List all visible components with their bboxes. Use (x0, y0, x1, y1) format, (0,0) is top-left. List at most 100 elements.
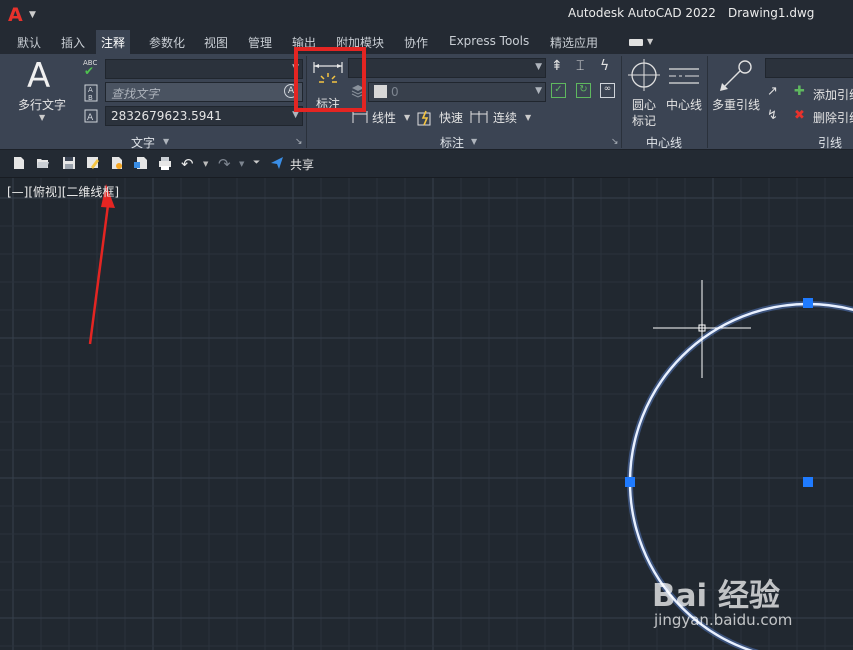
document-title: Drawing1.dwg (728, 6, 815, 20)
linear-dimension-icon[interactable] (352, 110, 368, 124)
tab-express-tools[interactable]: Express Tools (449, 34, 529, 48)
panel-divider (621, 56, 622, 148)
quick-button[interactable]: 快速 (439, 109, 463, 126)
redo-icon[interactable]: ↷ (218, 155, 231, 173)
dimension-style-combo[interactable]: ▼ (348, 58, 546, 78)
multileader-button[interactable]: 多重引线 (712, 96, 760, 113)
undo-icon[interactable]: ↶ (181, 155, 194, 173)
dimension-panel-launcher-icon[interactable]: ↘ (611, 137, 619, 147)
undo-caret-icon[interactable]: ▼ (203, 160, 208, 168)
ribbon-tabs: 默认 插入 注释 参数化 视图 管理 输出 附加模块 协作 Express To… (0, 30, 853, 54)
svg-text:A: A (88, 86, 93, 94)
tab-insert[interactable]: 插入 (61, 34, 85, 51)
watermark-logo: Bai 经验 (652, 578, 780, 614)
continue-button[interactable]: 连续 (493, 109, 517, 126)
ribbon-panel: A 多行文字 ▼ ABC ✔ ▼ A B 查找文字 A A 2832679623… (0, 54, 853, 150)
add-leader-icon: ↗ (767, 84, 778, 99)
tab-annotate[interactable]: 注释 (96, 30, 131, 54)
dimension-panel-caret-icon[interactable]: ▼ (471, 137, 477, 146)
new-file-icon[interactable] (12, 156, 26, 170)
mtext-icon[interactable]: A (27, 56, 50, 96)
viewport-label[interactable]: [—][俯视][二维线框] (7, 183, 119, 200)
watermark-url: jingyan.baidu.com (654, 611, 793, 629)
crosshair-cursor (653, 280, 751, 378)
tab-default[interactable]: 默认 (17, 34, 41, 51)
app-title: Autodesk AutoCAD 2022 (568, 6, 716, 20)
text-panel-label[interactable]: 文字 (131, 134, 155, 151)
text-style-combo[interactable]: ▼ (105, 59, 303, 79)
autocad-logo-icon[interactable]: A (8, 4, 23, 26)
quick-dimension-icon[interactable] (417, 110, 435, 126)
remove-leader-x-icon: ✖ (794, 108, 805, 123)
centerline-icon[interactable] (668, 66, 700, 86)
quick-access-toolbar: ↶ ▼ ↷ ▼ ⏷ 共享 (0, 150, 853, 178)
grip-center[interactable] (803, 477, 813, 487)
red-annotation-arrow-icon (88, 184, 115, 345)
centerline-button[interactable]: 中心线 (666, 96, 702, 113)
tab-parametric[interactable]: 参数化 (149, 34, 185, 51)
tab-collaborate[interactable]: 协作 (404, 34, 428, 51)
text-height-value: 2832679623.5941 (111, 109, 222, 123)
chevron-down-icon: ▼ (535, 86, 542, 96)
share-icon[interactable] (270, 156, 284, 170)
linear-caret-icon[interactable]: ▼ (404, 113, 410, 122)
chevron-down-icon: ▼ (535, 62, 542, 72)
svg-text:A: A (87, 113, 94, 123)
tab-view[interactable]: 视图 (204, 34, 228, 51)
autocad-window: A ▼ Autodesk AutoCAD 2022 Drawing1.dwg 默… (0, 0, 853, 650)
find-text-placeholder: 查找文字 (111, 87, 160, 101)
center-mark-button-line2: 标记 (632, 114, 657, 128)
svg-text:B: B (88, 94, 93, 102)
center-mark-icon[interactable] (627, 59, 661, 91)
open-folder-icon[interactable] (36, 156, 50, 170)
application-menu-caret-icon[interactable]: ▼ (29, 10, 36, 20)
adjust-space-icon[interactable]: ⇞ (551, 58, 563, 74)
save-as-icon[interactable] (86, 156, 100, 170)
dimension-layer-combo[interactable]: 0 ▼ (368, 82, 546, 102)
panel-divider (707, 56, 708, 148)
dimension-highlight-box (294, 47, 366, 112)
centerline-panel-label[interactable]: 中心线 (646, 134, 682, 151)
find-text-input[interactable]: 查找文字 A (105, 82, 303, 102)
grip-top[interactable] (803, 298, 813, 308)
continue-dimension-icon[interactable] (470, 110, 488, 124)
continue-caret-icon[interactable]: ▼ (525, 113, 531, 122)
grip-left[interactable] (625, 477, 635, 487)
text-height-combo[interactable]: 2832679623.5941 ▼ (105, 106, 303, 126)
center-mark-button[interactable]: 圆心 (632, 96, 656, 113)
remove-leader-button[interactable]: 删除引线 (813, 109, 853, 126)
plot-icon[interactable] (158, 156, 172, 170)
open-web-icon[interactable] (110, 156, 124, 170)
ribbon-options-caret-icon[interactable]: ▼ (647, 37, 653, 46)
mtext-dropdown-caret-icon[interactable]: ▼ (39, 113, 45, 122)
baidu-watermark: Bai 经验 jingyan.baidu.com (652, 548, 852, 638)
add-leader-button[interactable]: 添加引线 (813, 86, 853, 103)
text-panel-launcher-icon[interactable]: ↘ (295, 137, 303, 147)
save-web-icon[interactable] (134, 156, 148, 170)
break-dimension-icon[interactable]: ⌶ (576, 58, 584, 74)
multileader-style-combo[interactable] (765, 58, 853, 78)
multileader-icon[interactable] (718, 59, 754, 93)
tab-manage[interactable]: 管理 (248, 34, 272, 51)
inspect-icon[interactable]: ✓ (551, 83, 566, 98)
customize-toolbar-icon[interactable]: ⏷ (253, 158, 260, 168)
layer-color-swatch (374, 85, 387, 98)
tab-featured-apps[interactable]: 精选应用 (550, 34, 598, 51)
share-button[interactable]: 共享 (290, 156, 314, 173)
text-panel-caret-icon[interactable]: ▼ (163, 137, 169, 146)
text-justify-icon[interactable]: A B (84, 84, 98, 102)
update-icon[interactable]: ↻ (576, 83, 591, 98)
align-leader-icon[interactable]: ↯ (767, 108, 778, 123)
spell-check-tick-icon: ✔ (84, 64, 95, 78)
mtext-button[interactable]: 多行文字 (18, 96, 66, 113)
linear-button[interactable]: 线性 (372, 109, 396, 126)
dimension-panel-label[interactable]: 标注 (440, 134, 464, 151)
ribbon-minimize-icon[interactable] (629, 39, 643, 46)
add-leader-plus-icon: ✚ (794, 84, 805, 99)
leader-panel-label[interactable]: 引线 (818, 134, 842, 151)
redo-caret-icon[interactable]: ▼ (239, 160, 244, 168)
jog-line-icon[interactable]: ϟ (600, 58, 609, 74)
title-bar: A ▼ Autodesk AutoCAD 2022 Drawing1.dwg (0, 0, 853, 30)
reassociate-icon[interactable]: ∞ (600, 83, 615, 98)
save-icon[interactable] (62, 156, 76, 170)
